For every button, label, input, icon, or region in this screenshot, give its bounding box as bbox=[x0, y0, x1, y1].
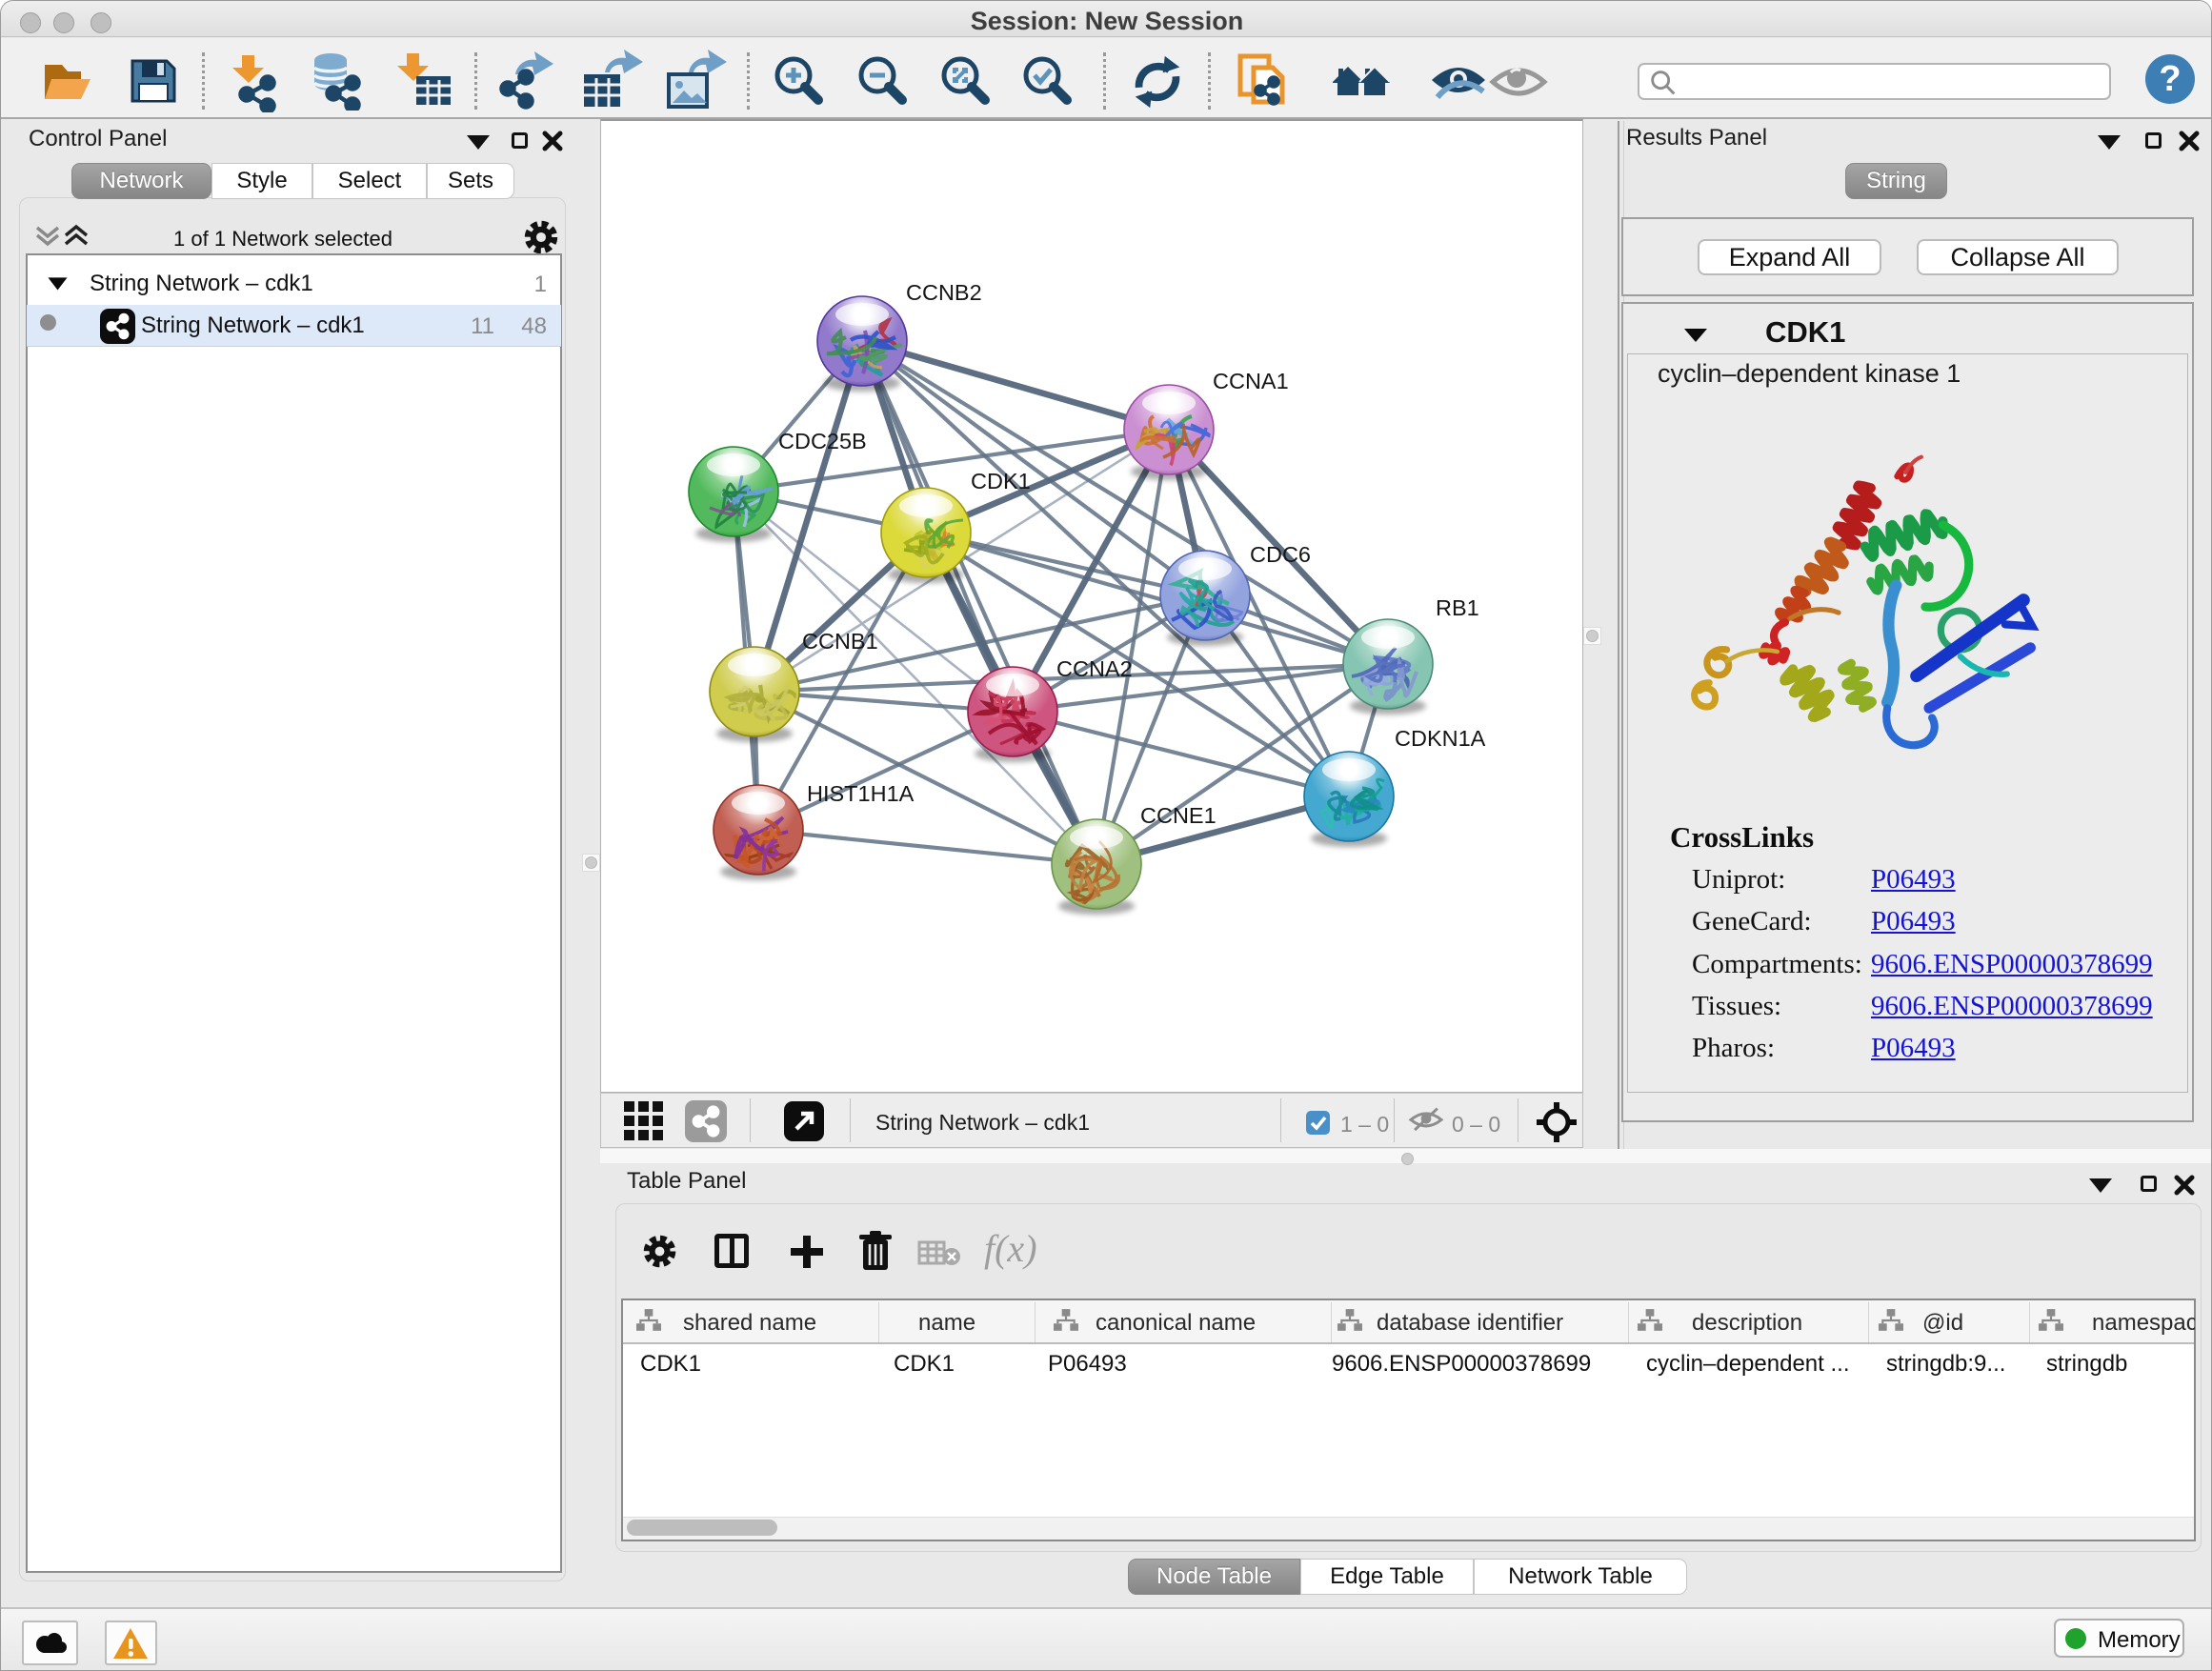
svg-text:CCNE1: CCNE1 bbox=[1140, 803, 1217, 828]
svg-text:CCNB2: CCNB2 bbox=[906, 280, 982, 305]
svg-text:CCNA1: CCNA1 bbox=[1213, 369, 1289, 393]
svg-text:CCNB1: CCNB1 bbox=[802, 629, 878, 654]
svg-text:CDC6: CDC6 bbox=[1250, 542, 1311, 567]
svg-text:CCNA2: CCNA2 bbox=[1056, 656, 1133, 681]
svg-text:CDK1: CDK1 bbox=[971, 469, 1031, 493]
svg-text:HIST1H1A: HIST1H1A bbox=[807, 781, 915, 806]
svg-text:RB1: RB1 bbox=[1436, 595, 1479, 620]
svg-text:CDKN1A: CDKN1A bbox=[1395, 726, 1486, 751]
svg-text:CDC25B: CDC25B bbox=[778, 429, 867, 453]
